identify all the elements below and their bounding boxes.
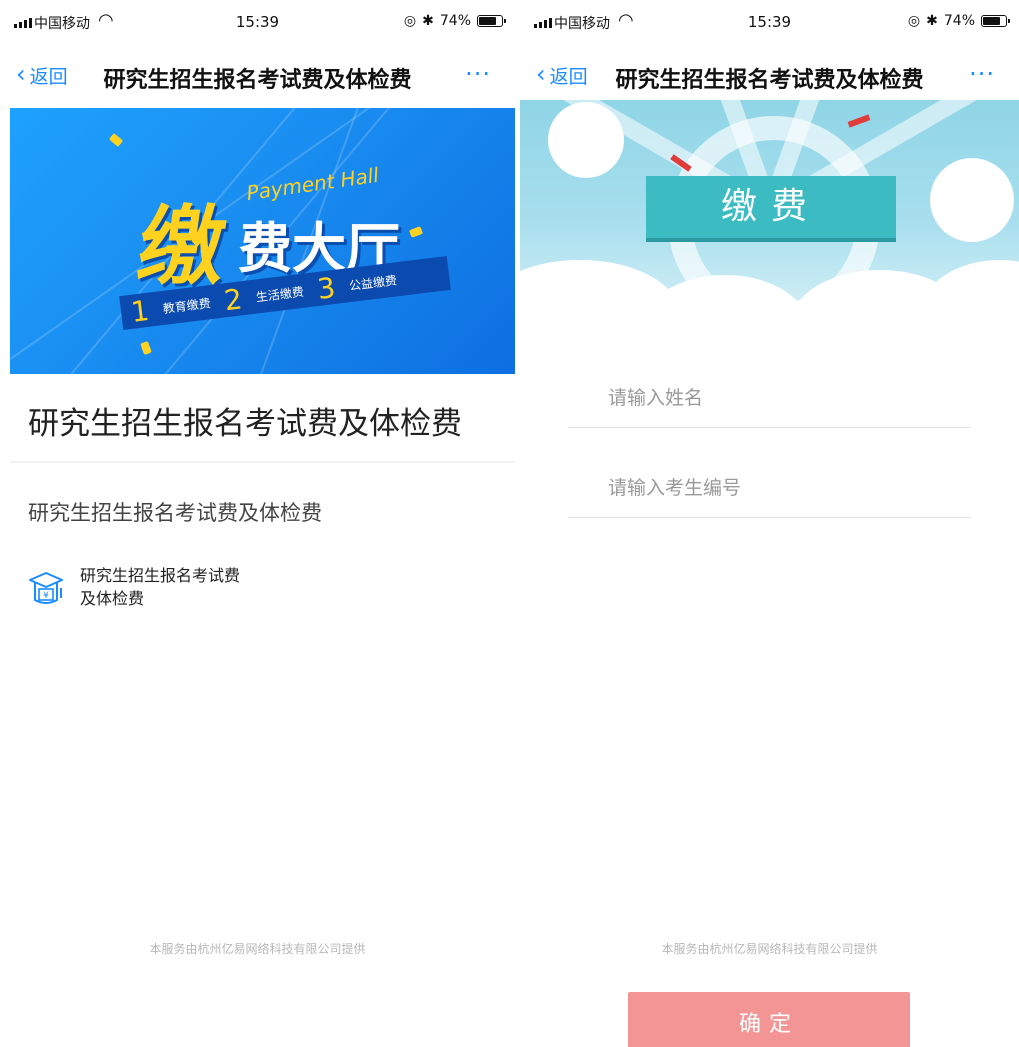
banner-item-text: 生活缴费 — [255, 284, 305, 305]
service-item[interactable]: ¥ 研究生招生报名考试费及体检费 — [28, 564, 250, 610]
more-menu-button[interactable]: ··· — [969, 60, 995, 88]
section-title: 研究生招生报名考试费及体检费 — [28, 501, 322, 525]
payment-hall-banner: Payment Hall 缴 费大厅 1 教育缴费 2 生活缴费 3 公益缴费 — [10, 108, 515, 374]
service-item-label: 研究生招生报名考试费及体检费 — [80, 566, 241, 608]
footer-provider-text: 本服务由杭州亿易网络科技有限公司提供 — [661, 942, 878, 956]
page-title: 研究生招生报名考试费及体检费 — [28, 406, 462, 442]
battery-percent: 74% — [943, 13, 975, 29]
nav-bar: ‹ 返回 研究生招生报名考试费及体检费 ··· — [520, 50, 1019, 102]
status-bar: 中国移动 ◠ 15:39 ◎ ✱ 74% — [520, 0, 1019, 50]
svg-text:¥: ¥ — [43, 591, 49, 601]
banner-item-num: 2 — [222, 281, 245, 317]
battery-icon — [477, 15, 506, 27]
confirm-button[interactable]: 确定 — [628, 992, 910, 1047]
banner-headline-char: 缴 — [131, 197, 232, 297]
banner-item-num: 1 — [129, 293, 151, 329]
left-screen: 中国移动 ◠ 15:39 ◎ ✱ 74% ‹ 返回 研究生招生报名考试费及体检费… — [0, 0, 515, 1047]
payment-header-illustration: 缴费 — [520, 100, 1019, 320]
candidate-id-input[interactable] — [568, 458, 971, 517]
name-input[interactable] — [568, 368, 971, 427]
candidate-id-field — [568, 458, 971, 518]
banner-item-num: 3 — [315, 270, 338, 306]
banner-item-text: 公益缴费 — [348, 272, 398, 293]
bluetooth-icon: ✱ — [422, 13, 434, 29]
nav-title: 研究生招生报名考试费及体检费 — [103, 68, 412, 93]
payment-header-title: 缴费 — [646, 176, 896, 238]
footer-provider-text: 本服务由杭州亿易网络科技有限公司提供 — [149, 942, 366, 956]
nav-title: 研究生招生报名考试费及体检费 — [615, 68, 924, 93]
book-bubble-icon — [930, 158, 1014, 242]
location-icon: ◎ — [403, 13, 417, 29]
location-icon: ◎ — [907, 13, 921, 29]
right-screen: 中国移动 ◠ 15:39 ◎ ✱ 74% ‹ 返回 研究生招生报名考试费及体检费… — [520, 0, 1019, 1047]
battery-percent: 74% — [439, 13, 471, 29]
divider — [10, 461, 515, 463]
graduation-cap-icon: ¥ — [29, 572, 63, 604]
battery-icon — [981, 15, 1010, 27]
bluetooth-icon: ✱ — [926, 13, 938, 29]
name-field — [568, 368, 971, 428]
banner-item-text: 教育缴费 — [161, 295, 212, 316]
more-menu-button[interactable]: ··· — [465, 60, 491, 88]
nav-bar: ‹ 返回 研究生招生报名考试费及体检费 ··· — [0, 50, 515, 102]
status-bar: 中国移动 ◠ 15:39 ◎ ✱ 74% — [0, 0, 515, 50]
coins-bubble-icon — [548, 102, 624, 178]
